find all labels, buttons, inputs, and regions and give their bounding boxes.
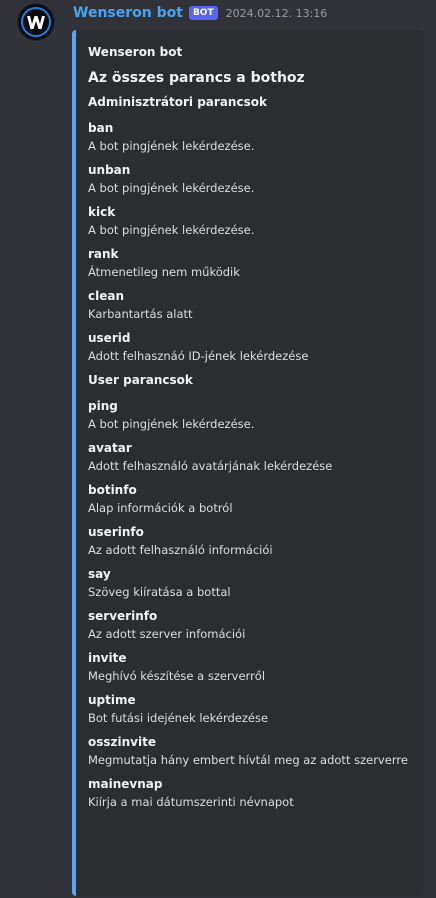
field-name: kick (88, 205, 116, 219)
field-name: say (88, 567, 111, 581)
embed-field: mainevnap Kiírja a mai dátumszerinti név… (88, 776, 424, 810)
command-list-embed: Wenseron bot Az összes parancs a bothoz … (72, 30, 424, 896)
message-timestamp[interactable]: 2024.02.12. 13:16 (226, 7, 328, 20)
field-value: A bot pingjének lekérdezése. (88, 417, 255, 431)
embed-field: say Szöveg kiíratása a bottal (88, 566, 424, 600)
field-name: ping (88, 399, 118, 413)
field-name: invite (88, 651, 127, 665)
embed-field: serverinfo Az adott szerver infomációi (88, 608, 424, 642)
field-value: Az adott felhasználó információi (88, 543, 273, 557)
field-name: uptime (88, 693, 136, 707)
embed-title: Az összes parancs a bothoz (88, 70, 305, 86)
embed-field: ping A bot pingjének lekérdezése. (88, 398, 424, 432)
embed-field: invite Meghívó készítése a szerverről (88, 650, 424, 684)
embed-field: kick A bot pingjének lekérdezése. (88, 204, 424, 238)
field-name: unban (88, 163, 131, 177)
w-logo-icon (21, 7, 51, 37)
embed-field: unban A bot pingjének lekérdezése. (88, 162, 424, 196)
field-value: A bot pingjének lekérdezése. (88, 223, 255, 237)
field-value: A bot pingjének lekérdezése. (88, 181, 255, 195)
field-name: serverinfo (88, 609, 158, 623)
embed-field: clean Karbantartás alatt (88, 288, 424, 322)
field-value: Karbantartás alatt (88, 307, 193, 321)
embed-field: rank Átmenetileg nem működik (88, 246, 424, 280)
field-value: Meghívó készítése a szerverről (88, 669, 266, 683)
field-name: rank (88, 247, 119, 261)
field-value: Bot futási idejének lekérdezése (88, 711, 269, 725)
field-value: Kiírja a mai dátumszerinti névnapot (88, 795, 294, 809)
field-value: Alap információk a botról (88, 501, 233, 515)
field-name: clean (88, 289, 125, 303)
user-section-heading: User parancsok (88, 373, 193, 387)
field-name: osszinvite (88, 735, 156, 749)
embed-field: userid Adott felhasznáó ID-jének lekérde… (88, 330, 424, 364)
embed-author: Wenseron bot (88, 45, 183, 59)
message-header: Wenseron bot BOT 2024.02.12. 13:16 (73, 3, 327, 23)
field-name: avatar (88, 441, 132, 455)
embed-field: uptime Bot futási idejének lekérdezése (88, 692, 424, 726)
bot-username[interactable]: Wenseron bot (73, 5, 183, 21)
field-value: Az adott szerver infomációi (88, 627, 246, 641)
bot-tag: BOT (188, 6, 218, 20)
field-name: ban (88, 121, 114, 135)
embed-field: userinfo Az adott felhasználó információ… (88, 524, 424, 558)
field-value: Átmenetileg nem működik (88, 265, 240, 279)
field-name: botinfo (88, 483, 137, 497)
embed-field: ban A bot pingjének lekérdezése. (88, 120, 424, 154)
field-value: Megmutatja hány embert hívtál meg az ado… (88, 753, 408, 767)
field-name: userinfo (88, 525, 144, 539)
embed-field: avatar Adott felhasználó avatárjának lek… (88, 440, 424, 474)
embed-field: osszinvite Megmutatja hány embert hívtál… (88, 734, 424, 768)
field-value: Adott felhasználó avatárjának lekérdezés… (88, 459, 333, 473)
admin-section-heading: Adminisztrátori parancsok (88, 95, 267, 109)
bot-message: Wenseron bot BOT 2024.02.12. 13:16 Wense… (0, 0, 436, 898)
field-name: mainevnap (88, 777, 163, 791)
field-value: Szöveg kiíratása a bottal (88, 585, 231, 599)
field-name: userid (88, 331, 131, 345)
field-value: Adott felhasznáó ID-jének lekérdezése (88, 349, 309, 363)
field-value: A bot pingjének lekérdezése. (88, 139, 255, 153)
bot-avatar[interactable] (17, 3, 55, 41)
embed-field: botinfo Alap információk a botról (88, 482, 424, 516)
